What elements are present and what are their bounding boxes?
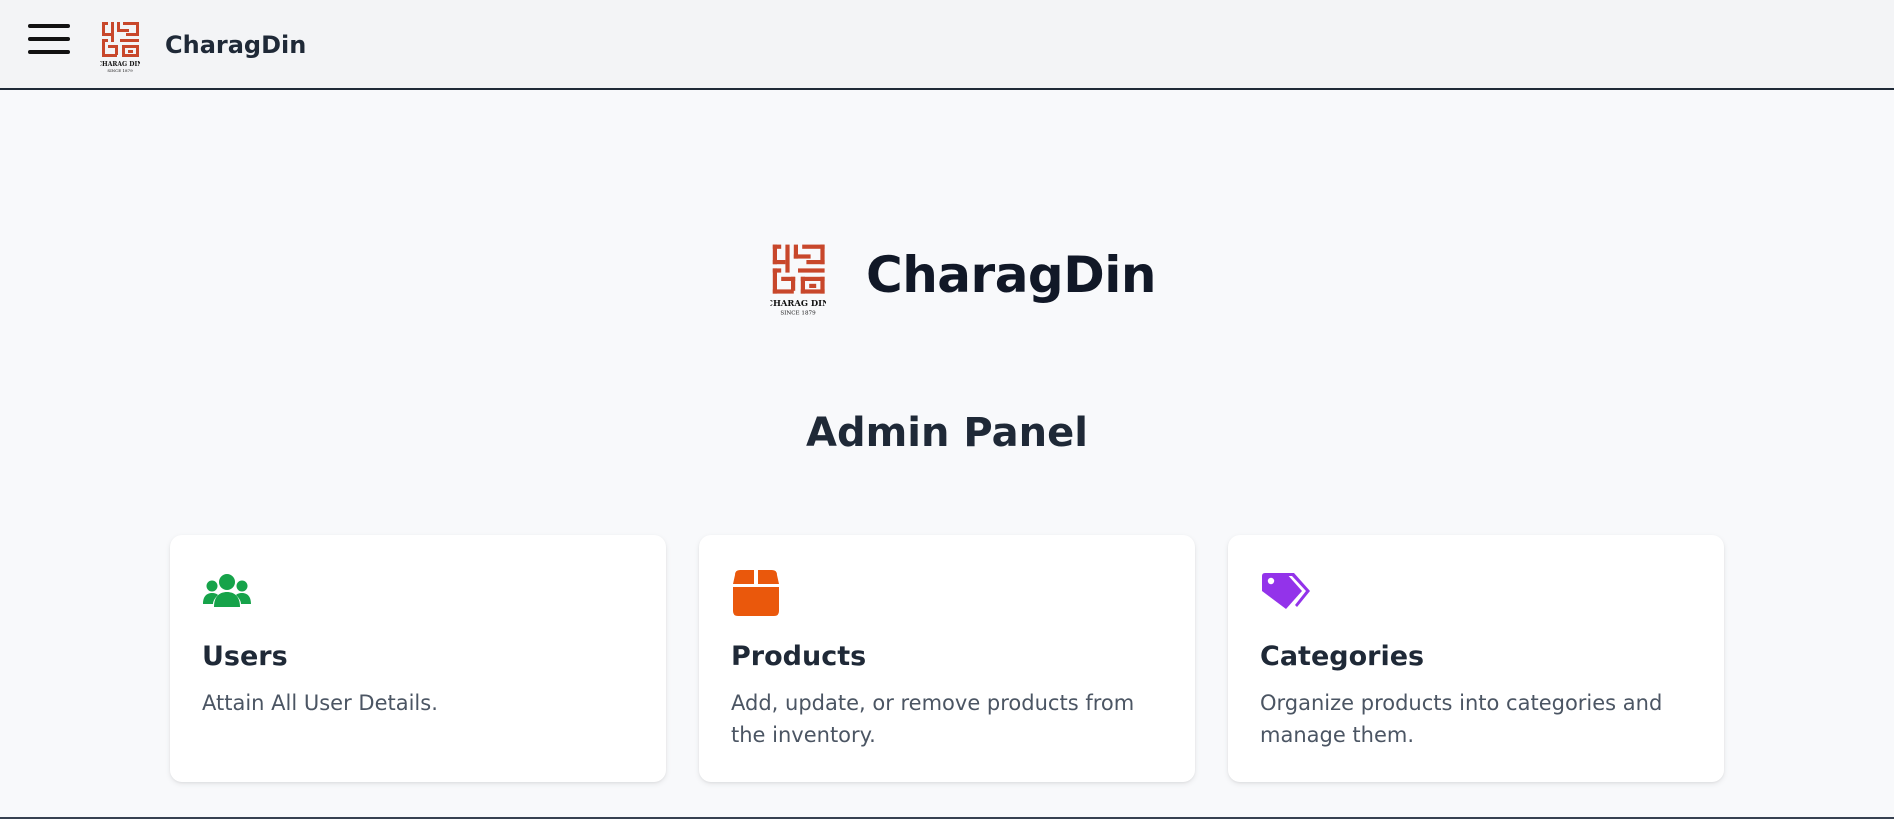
categories-card-description: Organize products into categories and ma…: [1260, 691, 1663, 747]
hamburger-menu-icon[interactable]: [28, 22, 70, 56]
svg-text:SINCE 1879: SINCE 1879: [780, 311, 816, 317]
categories-card-title: Categories: [1260, 641, 1425, 672]
tags-icon: [1262, 573, 1310, 609]
categories-card[interactable]: Categories Organize products into catego…: [1228, 535, 1724, 782]
products-card-title: Products: [731, 641, 867, 672]
products-card[interactable]: Products Add, update, or remove products…: [699, 535, 1195, 782]
users-icon: [203, 574, 251, 607]
svg-text:CHARAG DIN: CHARAG DIN: [770, 298, 826, 308]
navbar-brand-title[interactable]: CharagDin: [165, 31, 306, 59]
users-card[interactable]: Users Attain All User Details.: [170, 535, 666, 782]
products-card-description: Add, update, or remove products from the…: [731, 691, 1135, 747]
svg-text:SINCE 1879: SINCE 1879: [107, 68, 133, 73]
users-card-title: Users: [202, 641, 288, 672]
svg-text:CHARAG DIN: CHARAG DIN: [100, 61, 140, 68]
box-icon: [733, 570, 779, 616]
hero-brand-title: CharagDin: [866, 246, 1156, 304]
charagdin-logo-icon[interactable]: CHARAG DIN SINCE 1879: [100, 22, 140, 74]
users-card-description: Attain All User Details.: [202, 691, 438, 715]
hero-logo-icon: CHARAG DIN SINCE 1879: [770, 244, 826, 317]
top-navbar: CHARAG DIN SINCE 1879 CharagDin: [0, 0, 1894, 90]
page-title: Admin Panel: [806, 410, 1088, 456]
